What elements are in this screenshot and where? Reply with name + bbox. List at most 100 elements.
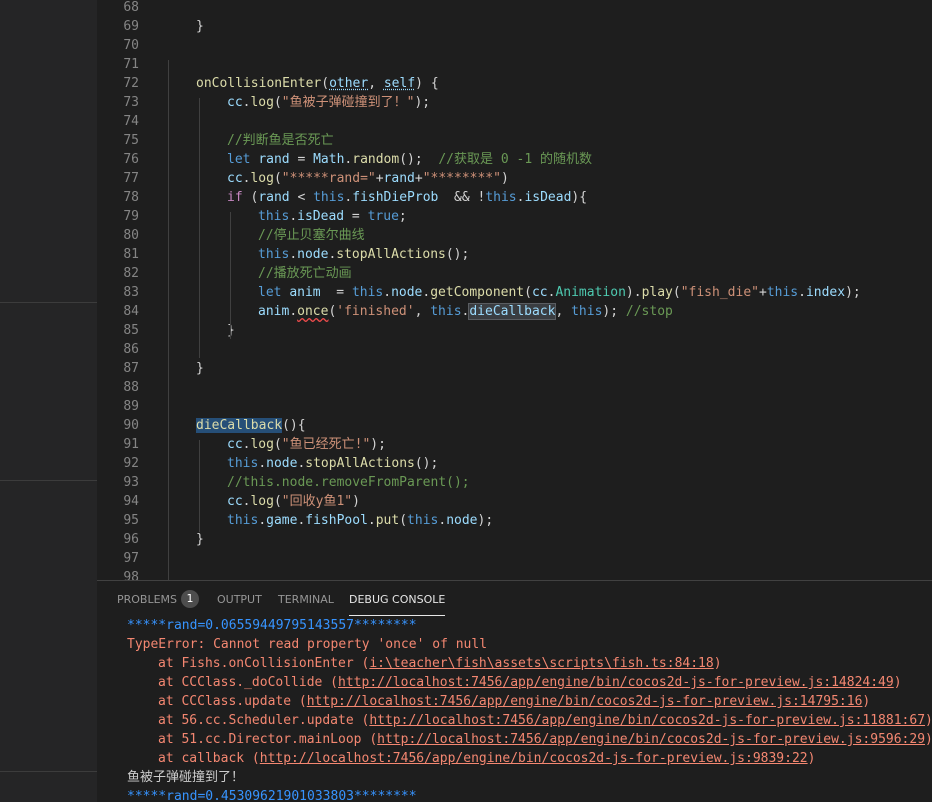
console-line: 鱼被子弹碰撞到了！ [127, 768, 244, 787]
code-token: ); [370, 437, 386, 452]
stack-trace-link[interactable]: http://localhost:7456/app/engine/bin/coc… [307, 694, 863, 709]
code-line[interactable]: 71 [97, 55, 932, 74]
code-line[interactable]: 95 this.game.fishPool.put(this.node); [97, 511, 932, 530]
code-text: this.node.stopAllActions(); [258, 245, 469, 264]
console-text: *****rand=0.45309621901033803******** [127, 789, 417, 802]
code-token: (); [414, 456, 439, 471]
code-token: dieCallback [468, 303, 557, 320]
panel-tab-bar: PROBLEMS 1 OUTPUT TERMINAL DEBUG CONSOLE [97, 581, 932, 616]
code-token: = [320, 285, 352, 300]
code-token: node [446, 513, 478, 528]
code-line[interactable]: 76 let rand = Math.random(); //获取是 0 -1 的… [97, 150, 932, 169]
console-line: TypeError: Cannot read property 'once' o… [127, 635, 487, 654]
line-number: 93 [123, 475, 139, 490]
code-token: other [329, 76, 369, 91]
code-token: game [266, 513, 298, 528]
code-text: //停止贝塞尔曲线 [258, 226, 365, 245]
console-line: at 56.cc.Scheduler.update (http://localh… [158, 711, 932, 730]
code-text: cc.log("鱼被子弹碰撞到了！"); [227, 93, 430, 112]
stack-trace-link[interactable]: http://localhost:7456/app/engine/bin/coc… [369, 713, 925, 728]
line-number: 80 [123, 228, 139, 243]
code-token: stopAllActions [336, 247, 446, 262]
code-token: this [258, 247, 290, 262]
code-text: //播放死亡动画 [258, 264, 352, 283]
code-token: this [485, 190, 517, 205]
code-token: fishDieProb [352, 190, 439, 205]
code-token: cc [227, 437, 243, 452]
code-line[interactable]: 68 [97, 0, 932, 17]
indent-guide [199, 98, 200, 358]
code-line[interactable]: 69} [97, 17, 932, 36]
code-line[interactable]: 83 let anim = this.node.getComponent(cc.A… [97, 283, 932, 302]
tab-debug-console[interactable]: DEBUG CONSOLE [349, 581, 446, 616]
code-token: rand [258, 152, 290, 167]
code-line[interactable]: 80 //停止贝塞尔曲线 [97, 226, 932, 245]
code-line[interactable]: 75 //判断鱼是否死亡 [97, 131, 932, 150]
code-line[interactable]: 91 cc.log("鱼已经死亡!"); [97, 435, 932, 454]
code-token: ); [845, 285, 861, 300]
code-token: ); [414, 95, 431, 110]
code-line[interactable]: 93 //this.node.removeFromParent(); [97, 473, 932, 492]
tab-problems[interactable]: PROBLEMS 1 [117, 581, 200, 616]
code-token: ). [625, 285, 642, 300]
code-token: ( [273, 95, 282, 110]
code-token: && ! [438, 190, 486, 205]
code-text: onCollisionEnter(other, self) { [196, 74, 439, 93]
code-token: log [250, 95, 274, 110]
code-line[interactable]: 86 [97, 340, 932, 359]
code-editor[interactable]: 68 69} 70 71 72 onCollisionEnter(other, self)… [97, 0, 932, 580]
debug-console-output[interactable]: *****rand=0.06559449795143557******** Typ… [97, 615, 932, 802]
code-token: ; [398, 209, 407, 224]
code-line[interactable]: 79 this.isDead = true; [97, 207, 932, 226]
code-line[interactable]: 98 [97, 568, 932, 580]
code-line[interactable]: 77 cc.log("*****rand="+rand+"********") [97, 169, 932, 188]
console-line: at CCClass.update (http://localhost:7456… [158, 692, 870, 711]
code-line[interactable]: 92 this.node.stopAllActions(); [97, 454, 932, 473]
code-token: Math [313, 152, 345, 167]
code-token: self [383, 76, 416, 91]
code-token: ( [321, 76, 330, 91]
code-line[interactable]: 74 [97, 112, 932, 131]
console-text: at CCClass._doCollide ( [158, 675, 339, 690]
code-line[interactable]: 90 dieCallback(){ [97, 416, 932, 435]
code-token: = [289, 152, 314, 167]
code-token: . [289, 304, 298, 319]
code-line[interactable]: 97 [97, 549, 932, 568]
code-line[interactable]: 84 anim.once('finished', this.dieCallback… [97, 302, 932, 321]
code-line[interactable]: 96} [97, 530, 932, 549]
code-token: this [766, 285, 799, 300]
code-line[interactable]: 89 [97, 397, 932, 416]
code-token: "鱼被子弹碰撞到了！" [281, 95, 415, 110]
stack-trace-link[interactable]: i:\teacher\fish\assets\scripts\fish.ts:8… [369, 656, 713, 671]
console-text: ) [925, 713, 932, 728]
sidebar-divider [0, 302, 97, 303]
code-text: anim.once('finished', this.dieCallback, … [258, 302, 673, 321]
code-line[interactable]: 87} [97, 359, 932, 378]
console-line: at Fishs.onCollisionEnter (i:\teacher\fi… [158, 654, 722, 673]
code-token: //stop [625, 304, 673, 319]
code-token: . [367, 513, 376, 528]
code-line[interactable]: 73 cc.log("鱼被子弹碰撞到了！"); [97, 93, 932, 112]
explorer-sidebar [0, 0, 97, 802]
code-token: , [414, 304, 431, 319]
stack-trace-link[interactable]: http://localhost:7456/app/engine/bin/coc… [338, 675, 894, 690]
code-line[interactable]: 70 [97, 36, 932, 55]
code-line[interactable]: 82 //播放死亡动画 [97, 264, 932, 283]
tab-output[interactable]: OUTPUT [217, 581, 262, 616]
code-token: log [250, 437, 274, 452]
code-line[interactable]: 94 cc.log("回收y鱼1") [97, 492, 932, 511]
code-line[interactable]: 88 [97, 378, 932, 397]
stack-trace-link[interactable]: http://localhost:7456/app/engine/bin/coc… [260, 751, 808, 766]
code-token: //获取是 0 -1 的随机数 [438, 152, 592, 167]
stack-trace-link[interactable]: http://localhost:7456/app/engine/bin/coc… [377, 732, 925, 747]
code-token: if [227, 190, 243, 205]
code-line[interactable]: 72 onCollisionEnter(other, self) { [97, 74, 932, 93]
code-token: . [383, 285, 392, 300]
code-line[interactable]: 85} [97, 321, 932, 340]
code-token: ) [352, 494, 360, 509]
code-text: //判断鱼是否死亡 [227, 131, 334, 150]
tab-terminal[interactable]: TERMINAL [278, 581, 334, 616]
code-line[interactable]: 78 if (rand < this.fishDieProb && !this.i… [97, 188, 932, 207]
code-line[interactable]: 81 this.node.stopAllActions(); [97, 245, 932, 264]
code-token: . [258, 513, 267, 528]
